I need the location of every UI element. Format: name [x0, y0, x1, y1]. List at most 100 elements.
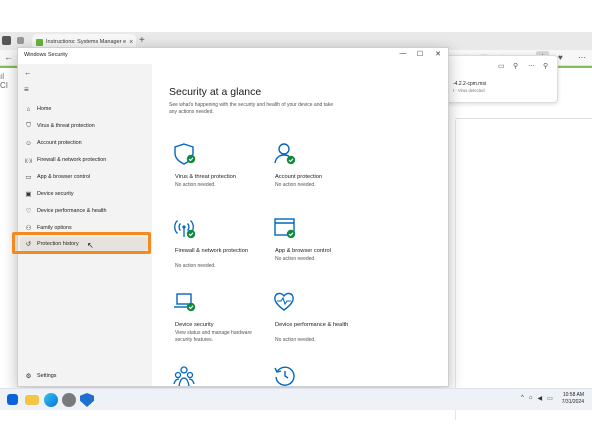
card-status: View status and manage hardware security…	[175, 330, 252, 343]
sidebar-item-performance[interactable]: ♡ Device performance & health	[20, 204, 148, 218]
card-status: No action needed.	[275, 337, 316, 343]
browser-back-icon[interactable]: ←	[4, 52, 13, 62]
sidebar-item-label: App & browser control	[37, 174, 91, 180]
browser-essentials-icon[interactable]: ♥	[558, 53, 563, 62]
file-explorer-icon[interactable]	[25, 395, 39, 405]
heart-icon	[273, 290, 297, 314]
open-folder-icon[interactable]: ▭	[498, 62, 505, 70]
person-icon	[273, 142, 297, 166]
card-virus-threat[interactable]: Virus & threat protection No action need…	[169, 136, 265, 206]
back-icon[interactable]: ←	[24, 68, 32, 77]
maximize-button[interactable]: ☐	[413, 50, 427, 58]
shield-icon: ⛉	[26, 122, 31, 129]
shield-icon	[173, 142, 197, 166]
window-titlebar: Windows Security — ☐ ✕	[18, 48, 448, 64]
card-title: Virus & threat protection	[175, 174, 236, 180]
main-content: Security at a glance See what's happenin…	[152, 64, 448, 386]
card-family[interactable]	[169, 358, 265, 386]
settings-gear-icon[interactable]	[62, 393, 76, 407]
family-icon	[173, 364, 197, 386]
download-status: t · Virus detected	[453, 88, 485, 93]
sidebar-item-virus-threat[interactable]: ⛉ Virus & threat protection	[20, 119, 148, 133]
sidebar-item-device-security[interactable]: ▣ Device security	[20, 187, 148, 201]
clock-date: 7/31/2024	[561, 399, 584, 405]
tab-title: Instructions: Systems Manager e	[46, 39, 127, 45]
sidebar-item-home[interactable]: ⌂ Home	[20, 102, 148, 116]
card-title: Firewall & network protection	[175, 248, 249, 254]
close-button[interactable]: ✕	[431, 50, 445, 58]
window-icon: ▭	[25, 174, 32, 181]
windows-security-shield-icon[interactable]	[80, 393, 94, 407]
new-tab-button[interactable]: +	[139, 35, 145, 47]
sidebar-item-firewall[interactable]: ((·)) Firewall & network protection	[20, 153, 148, 167]
tab-actions-icon[interactable]	[17, 37, 24, 44]
tab-close-icon[interactable]: ×	[129, 39, 133, 46]
more-menu-icon[interactable]: ⋯	[578, 53, 586, 62]
browser-left-icons	[2, 36, 24, 45]
card-device-security[interactable]: Device security View status and manage h…	[169, 284, 265, 354]
sidebar-item-settings[interactable]: ⚙ Settings	[20, 369, 148, 383]
divider	[455, 118, 592, 119]
sidebar-item-label: Firewall & network protection	[37, 157, 107, 163]
system-tray: ^ ⌂ ◀ ▭	[521, 395, 553, 402]
divider	[455, 120, 456, 420]
more-options-icon[interactable]: ⋯	[528, 62, 535, 70]
laptop-icon	[173, 290, 197, 314]
profile-icon[interactable]	[2, 36, 11, 45]
tab-favicon-icon	[36, 38, 43, 46]
person-icon: ☺	[25, 139, 32, 147]
clock[interactable]: 10:58 AM 7/31/2024	[562, 392, 584, 406]
card-title: Device performance & health	[275, 322, 349, 328]
card-status: No action needed.	[175, 263, 216, 269]
gear-icon: ⚙	[25, 373, 32, 380]
chevron-up-icon[interactable]: ^	[521, 395, 524, 402]
page-logo-partial: ıl CI	[0, 72, 8, 90]
home-icon: ⌂	[26, 105, 31, 113]
sidebar-item-label: Settings	[37, 373, 57, 379]
sidebar-item-label: Virus & threat protection	[37, 123, 95, 129]
sidebar-item-app-browser[interactable]: ▭ App & browser control	[20, 170, 148, 184]
pin-icon[interactable]: ⚲	[543, 62, 548, 70]
card-account[interactable]: Account protection No action needed.	[269, 136, 365, 206]
clock-time: 10:58 AM	[562, 392, 584, 398]
downloads-panel: ▭ ⚲ ⋯ ⚲ -4.2.2-cpm.msi t · Virus detecte…	[445, 55, 558, 103]
windows-start-icon[interactable]	[7, 394, 18, 405]
card-title: App & browser control	[275, 248, 331, 254]
download-filename[interactable]: -4.2.2-cpm.msi	[453, 81, 486, 87]
hamburger-menu-icon[interactable]: ≡	[24, 85, 29, 94]
wifi-icon	[173, 216, 197, 240]
history-icon	[273, 364, 297, 386]
minimize-button[interactable]: —	[396, 50, 410, 57]
laptop-icon: ▣	[25, 191, 32, 198]
sidebar-item-account[interactable]: ☺ Account protection	[20, 136, 148, 150]
screen: Instructions: Systems Manager e × + ← ☆ …	[0, 0, 592, 444]
wifi-icon: ((·))	[24, 157, 33, 163]
card-performance[interactable]: Device performance & health No action ne…	[269, 284, 365, 354]
sidebar: ← ≡ ⌂ Home ⛉ Virus & threat protection ☺…	[18, 64, 152, 386]
sidebar-item-label: Family options	[37, 225, 72, 231]
card-title: Device security	[175, 322, 214, 328]
edge-browser-icon[interactable]	[44, 393, 58, 407]
search-icon[interactable]: ⚲	[513, 62, 518, 70]
card-title: Account protection	[275, 174, 323, 180]
window-title: Windows Security	[24, 52, 68, 58]
taskbar: ^ ⌂ ◀ ▭ 10:58 AM 7/31/2024	[0, 388, 592, 410]
card-firewall[interactable]: Firewall & network protection No action …	[169, 210, 265, 280]
mouse-cursor-icon: ↖	[87, 241, 94, 250]
volume-icon[interactable]: ◀	[537, 395, 542, 402]
card-history[interactable]	[269, 358, 365, 386]
sidebar-item-label: Device security	[37, 191, 74, 197]
card-status: No action needed.	[175, 182, 216, 188]
window-icon	[273, 216, 297, 240]
windows-security-window: Windows Security — ☐ ✕ ← ≡ ⌂ Home ⛉ Viru…	[17, 47, 449, 387]
sidebar-item-label: Home	[37, 106, 52, 112]
highlight-box	[12, 232, 151, 254]
page-description: See what's happening with the security a…	[169, 102, 334, 115]
network-icon[interactable]: ⌂	[529, 395, 533, 402]
card-status: No action needed.	[275, 182, 316, 188]
card-app-browser[interactable]: App & browser control No action needed.	[269, 210, 365, 280]
sidebar-item-label: Device performance & health	[37, 208, 107, 214]
battery-icon[interactable]: ▭	[547, 395, 553, 402]
heart-icon: ♡	[25, 208, 32, 215]
sidebar-item-label: Account protection	[37, 140, 82, 146]
